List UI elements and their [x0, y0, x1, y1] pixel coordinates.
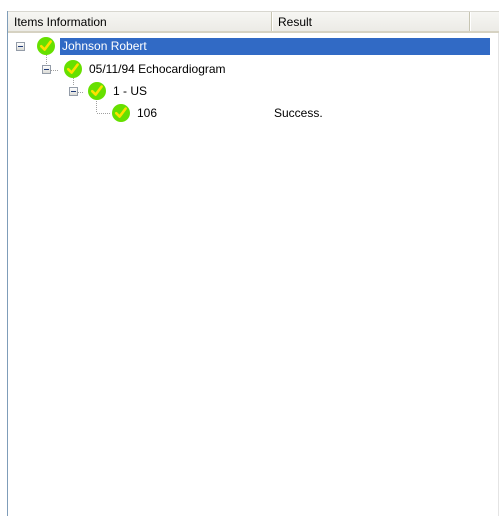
tree-label[interactable]: Johnson Robert	[60, 38, 490, 55]
column-header-bar: Items Information Result	[8, 11, 499, 33]
tree-row-study[interactable]: 05/11/94 Echocardiogram	[8, 58, 499, 80]
check-circle-icon	[63, 59, 83, 79]
column-header-items-information[interactable]: Items Information	[8, 12, 272, 31]
tree-label[interactable]: 05/11/94 Echocardiogram	[87, 61, 229, 78]
collapse-minus-icon[interactable]	[69, 87, 78, 96]
results-panel: Items Information Result Johnson Robert	[7, 11, 499, 516]
tree-label[interactable]: 1 - US	[111, 83, 150, 100]
check-circle-icon	[111, 103, 131, 123]
tree-row-image[interactable]: 106 Success.	[8, 102, 499, 124]
collapse-minus-icon[interactable]	[16, 42, 25, 51]
collapse-minus-icon[interactable]	[42, 65, 51, 74]
tree-row-patient[interactable]: Johnson Robert	[8, 36, 499, 58]
check-circle-icon	[36, 36, 56, 56]
tree-label[interactable]: 106	[135, 105, 160, 122]
column-header-filler	[470, 12, 499, 31]
tree-row-series[interactable]: 1 - US	[8, 80, 499, 102]
column-header-result[interactable]: Result	[272, 12, 470, 31]
result-text: Success.	[274, 106, 323, 120]
check-circle-icon	[87, 81, 107, 101]
